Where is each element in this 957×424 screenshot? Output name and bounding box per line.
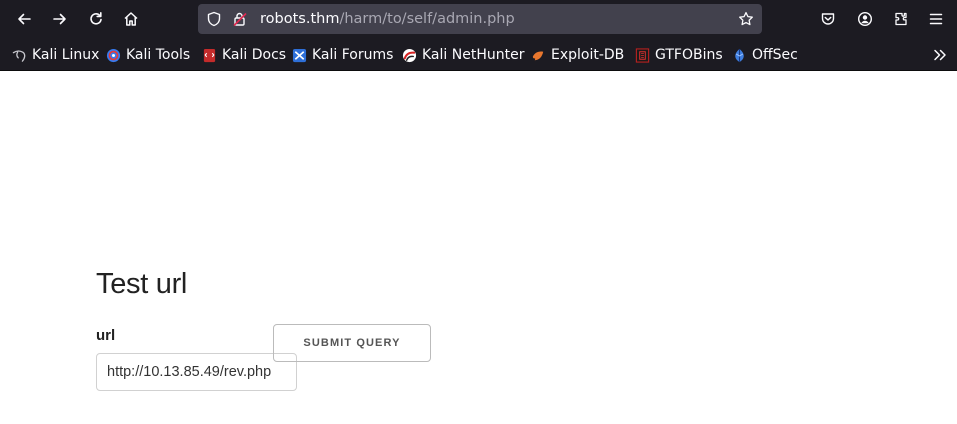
address-bar[interactable]: robots.thm/harm/to/self/admin.php xyxy=(198,4,762,34)
account-icon xyxy=(857,11,873,27)
kali-docs-icon xyxy=(202,48,217,63)
home-icon xyxy=(124,12,138,26)
url-path: /harm/to/self/admin.php xyxy=(339,11,515,27)
kali-tools-icon xyxy=(106,48,121,63)
url-text[interactable]: robots.thm/harm/to/self/admin.php xyxy=(260,10,515,28)
bookmark-label: Kali Tools xyxy=(126,47,191,63)
bookmark-kali-forums[interactable]: Kali Forums xyxy=(292,45,393,65)
bookmark-kali-docs[interactable]: Kali Docs xyxy=(202,45,286,65)
url-host: robots.thm xyxy=(260,11,340,27)
tracking-shield-icon[interactable] xyxy=(206,11,222,27)
insecure-lock-icon[interactable] xyxy=(232,11,248,27)
exploit-db-icon xyxy=(531,48,546,63)
offsec-icon xyxy=(732,48,747,63)
bookmark-label: Kali Forums xyxy=(312,47,394,63)
account-button[interactable] xyxy=(851,5,879,33)
bookmark-gtfobins[interactable]: GTFOBins xyxy=(635,45,723,65)
bookmark-label: Kali Linux xyxy=(32,47,100,63)
kali-nethunter-icon xyxy=(402,48,417,63)
reload-icon xyxy=(90,12,102,25)
bookmark-label: OffSec xyxy=(752,47,798,63)
bookmark-kali-linux[interactable]: Kali Linux xyxy=(12,45,99,65)
bookmark-kali-nethunter[interactable]: Kali NetHunter xyxy=(402,45,524,65)
forward-button[interactable] xyxy=(46,5,74,33)
bookmark-offsec[interactable]: OffSec xyxy=(732,45,798,65)
menu-button[interactable] xyxy=(922,5,950,33)
back-arrow-icon xyxy=(18,13,31,25)
bookmark-label: Exploit-DB xyxy=(551,47,625,63)
browser-toolbar: robots.thm/harm/to/self/admin.php Kali L… xyxy=(0,0,957,71)
bookmarks-overflow-button[interactable] xyxy=(926,41,954,69)
menu-icon xyxy=(929,13,943,25)
page-title: Test url xyxy=(96,268,188,300)
submit-query-button[interactable]: Submit Query xyxy=(273,324,431,362)
bookmarks-toolbar: Kali Linux Kali Tools Kali Docs Kali For… xyxy=(0,42,957,68)
kali-forums-icon xyxy=(292,48,307,63)
url-field-label: url xyxy=(96,327,116,344)
back-button[interactable] xyxy=(10,5,38,33)
bookmark-label: Kali NetHunter xyxy=(422,47,525,63)
home-button[interactable] xyxy=(117,5,145,33)
extensions-button[interactable] xyxy=(887,5,915,33)
bookmark-label: Kali Docs xyxy=(222,47,287,63)
extensions-icon xyxy=(895,12,907,26)
bookmark-exploit-db[interactable]: Exploit-DB xyxy=(531,45,624,65)
bookmark-star-icon[interactable] xyxy=(738,11,754,27)
gtfobins-icon xyxy=(635,47,650,63)
bookmark-kali-tools[interactable]: Kali Tools xyxy=(106,45,190,65)
url-input[interactable] xyxy=(96,353,297,391)
bookmark-label: GTFOBins xyxy=(655,47,723,63)
overflow-chevron-icon xyxy=(934,49,946,61)
forward-arrow-icon xyxy=(53,13,66,25)
kali-dragon-icon xyxy=(12,48,27,63)
pocket-icon xyxy=(821,13,835,25)
pocket-button[interactable] xyxy=(814,5,842,33)
reload-button[interactable] xyxy=(82,5,110,33)
